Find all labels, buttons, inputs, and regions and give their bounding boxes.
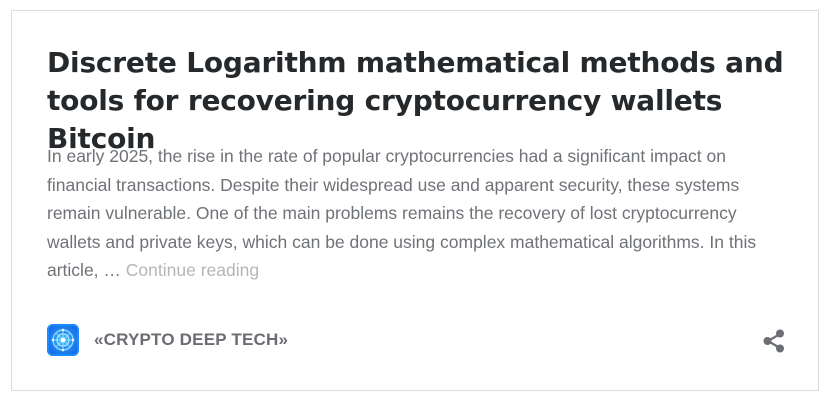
share-button[interactable] xyxy=(761,328,787,354)
author-avatar[interactable] xyxy=(47,324,79,356)
crypto-deep-tech-logo-icon xyxy=(51,328,75,352)
post-title[interactable]: Discrete Logarithm mathematical methods … xyxy=(47,44,787,158)
author-name[interactable]: «CRYPTO DEEP TECH» xyxy=(94,330,288,350)
post-excerpt: In early 2025, the rise in the rate of p… xyxy=(47,142,792,285)
continue-reading-link[interactable]: Continue reading xyxy=(126,260,259,280)
share-icon xyxy=(763,329,784,353)
post-footer: «CRYPTO DEEP TECH» xyxy=(47,323,787,359)
post-card: Discrete Logarithm mathematical methods … xyxy=(11,10,819,391)
